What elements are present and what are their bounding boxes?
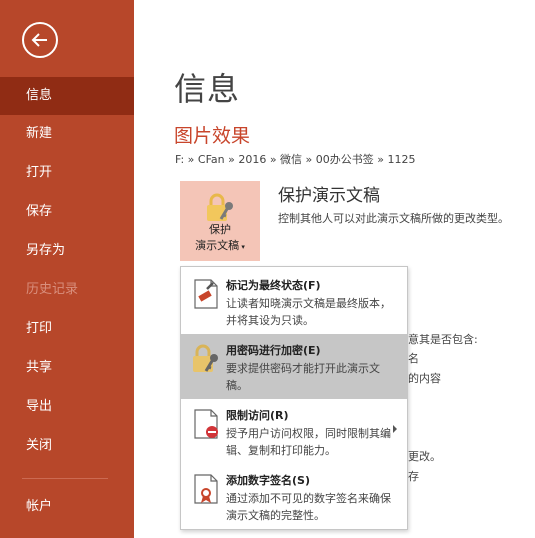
menu-item-add-digital-signature[interactable]: 添加数字签名(S) 通过添加不可见的数字签名来确保演示文稿的完整性。: [181, 464, 407, 529]
protect-description: 控制其他人可以对此演示文稿所做的更改类型。: [278, 212, 509, 225]
nav-new[interactable]: 新建: [0, 115, 134, 153]
nav-divider: [22, 478, 108, 479]
nav-close[interactable]: 关闭: [0, 427, 134, 465]
protect-button-label-line1: 保护: [209, 223, 231, 236]
background-text: 名: [408, 352, 419, 365]
file-path-breadcrumb: F: » CFan » 2016 » 微信 » 00办公书签 » 1125: [175, 153, 416, 166]
nav-open[interactable]: 打开: [0, 154, 134, 192]
nav-print[interactable]: 打印: [0, 310, 134, 348]
backstage-sidebar: 信息 新建 打开 保存 另存为 历史记录 打印 共享 导出 关闭 帐户: [0, 0, 134, 538]
nav-account[interactable]: 帐户: [0, 488, 134, 526]
nav-export[interactable]: 导出: [0, 388, 134, 426]
background-text: 更改。: [408, 450, 441, 463]
menu-item-description: 授予用户访问权限，同时限制其编辑、复制和打印能力。: [226, 427, 391, 457]
background-text: 存: [408, 470, 419, 483]
dropdown-caret-icon: ▾: [239, 243, 245, 251]
arrow-left-icon: [31, 33, 47, 47]
menu-item-description: 通过添加不可见的数字签名来确保演示文稿的完整性。: [226, 492, 391, 522]
page-title: 信息: [174, 70, 241, 108]
menu-item-encrypt-with-password[interactable]: 用密码进行加密(E) 要求提供密码才能打开此演示文稿。: [181, 334, 407, 399]
lock-key-icon: [207, 193, 233, 221]
menu-item-title: 用密码进行加密(E): [226, 344, 321, 357]
nav-info[interactable]: 信息: [0, 77, 134, 115]
menu-item-description: 让读者知晓演示文稿是最终版本，并将其设为只读。: [226, 297, 391, 327]
menu-item-restrict-access[interactable]: 限制访问(R) 授予用户访问权限，同时限制其编辑、复制和打印能力。: [181, 399, 407, 464]
menu-item-mark-as-final[interactable]: 标记为最终状态(F) 让读者知晓演示文稿是最终版本，并将其设为只读。: [181, 269, 407, 334]
lock-key-icon: [193, 344, 218, 372]
protect-button-label-line2: 演示文稿 ▾: [195, 239, 245, 252]
mark-final-icon: [194, 279, 218, 309]
back-button[interactable]: [22, 22, 58, 58]
protect-dropdown-menu: 标记为最终状态(F) 让读者知晓演示文稿是最终版本，并将其设为只读。 用密码进行…: [180, 266, 408, 530]
menu-item-title: 标记为最终状态(F): [226, 279, 321, 292]
restrict-access-icon: [194, 409, 218, 439]
menu-item-title: 添加数字签名(S): [226, 474, 310, 487]
nav-save[interactable]: 保存: [0, 193, 134, 231]
background-text: 的内容: [408, 372, 441, 385]
document-title: 图片效果: [174, 125, 251, 147]
protect-presentation-button[interactable]: 保护 演示文稿 ▾: [180, 181, 260, 261]
protect-heading: 保护演示文稿: [278, 186, 380, 206]
background-text: 意其是否包含:: [408, 333, 478, 346]
menu-item-title: 限制访问(R): [226, 409, 289, 422]
nav-share[interactable]: 共享: [0, 349, 134, 387]
submenu-arrow-icon: [393, 425, 397, 433]
nav-save-as[interactable]: 另存为: [0, 232, 134, 270]
digital-signature-icon: [194, 474, 218, 504]
nav-history: 历史记录: [26, 282, 79, 297]
menu-item-description: 要求提供密码才能打开此演示文稿。: [226, 362, 380, 392]
